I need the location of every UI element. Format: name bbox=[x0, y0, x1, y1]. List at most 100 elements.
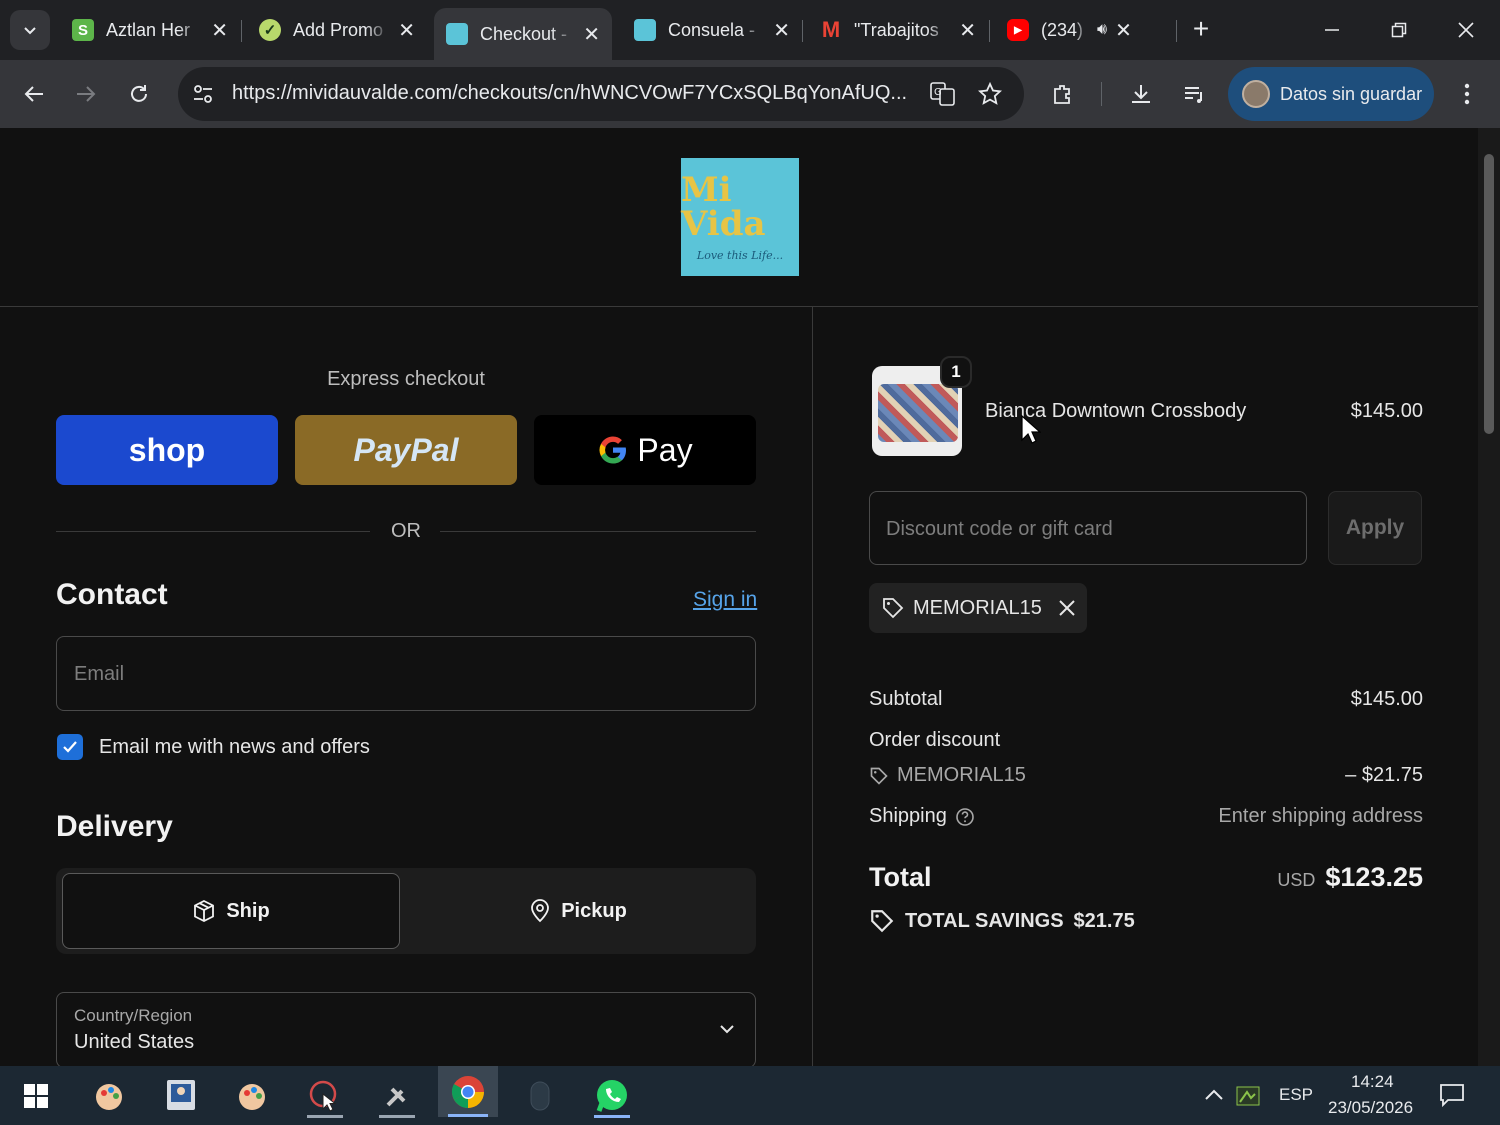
tray-app-icon[interactable] bbox=[1236, 1084, 1260, 1113]
restore-button[interactable] bbox=[1379, 10, 1419, 50]
or-divider: OR bbox=[56, 518, 756, 548]
currency-code: USD bbox=[1277, 870, 1316, 890]
tab-add-promo[interactable]: ✓ Add Promo ✕ bbox=[247, 8, 427, 52]
shop-pay-label: shop bbox=[128, 431, 206, 468]
checkmark-icon bbox=[63, 741, 77, 753]
store-logo[interactable]: Mi Vida Love this Life... bbox=[681, 158, 799, 276]
address-bar[interactable]: https://mividauvalde.com/checkouts/cn/hW… bbox=[178, 67, 1024, 121]
site-settings-icon[interactable] bbox=[192, 83, 214, 105]
shop-pay-button[interactable]: shop bbox=[56, 415, 278, 485]
chevron-up-icon bbox=[1205, 1089, 1223, 1100]
store-icon bbox=[634, 19, 656, 41]
savings-value: $21.75 bbox=[1073, 909, 1135, 932]
new-tab-button[interactable]: + bbox=[1186, 12, 1216, 48]
profile-button[interactable]: Datos sin guardar bbox=[1228, 67, 1434, 121]
paint-icon bbox=[96, 1084, 122, 1110]
taskbar-chrome[interactable] bbox=[438, 1066, 498, 1117]
close-window-button[interactable] bbox=[1446, 10, 1486, 50]
paypal-button[interactable]: PayPal bbox=[295, 415, 517, 485]
minimize-button[interactable] bbox=[1312, 10, 1352, 50]
newsletter-checkbox[interactable] bbox=[57, 734, 83, 760]
show-hidden-icons-button[interactable] bbox=[1203, 1084, 1225, 1111]
start-button[interactable] bbox=[6, 1074, 66, 1118]
restore-icon bbox=[1391, 22, 1407, 38]
taskbar-app-2[interactable] bbox=[151, 1074, 211, 1118]
puzzle-icon bbox=[1054, 85, 1070, 104]
close-icon[interactable]: ✕ bbox=[398, 18, 415, 43]
browser-tab-strip: S Aztlan Her ✕ ✓ Add Promo ✕ Checkout - … bbox=[0, 0, 1500, 60]
checkout-page: Mi Vida Love this Life... Express checko… bbox=[0, 128, 1500, 1066]
forward-button[interactable] bbox=[66, 74, 106, 114]
taskbar-whatsapp[interactable] bbox=[582, 1074, 642, 1118]
close-icon[interactable]: ✕ bbox=[211, 18, 228, 43]
more-vertical-icon bbox=[1464, 83, 1470, 105]
user-card-icon bbox=[167, 1080, 195, 1110]
close-icon[interactable] bbox=[1058, 599, 1076, 617]
close-icon[interactable]: ✕ bbox=[1115, 18, 1132, 43]
pickup-option[interactable]: Pickup bbox=[406, 873, 750, 949]
shipping-value: Enter shipping address bbox=[1218, 805, 1423, 827]
speaker-icon[interactable]: 🔊︎ bbox=[1097, 21, 1107, 39]
reload-button[interactable] bbox=[119, 74, 159, 114]
mouse-icon bbox=[530, 1081, 550, 1111]
tab-consuela[interactable]: Consuela - ✕ bbox=[622, 8, 802, 52]
input-language[interactable]: ESP bbox=[1279, 1085, 1313, 1105]
help-circle-icon[interactable] bbox=[955, 807, 975, 827]
close-icon[interactable]: ✕ bbox=[583, 22, 600, 47]
email-placeholder: Email bbox=[74, 663, 125, 685]
translate-icon[interactable]: G bbox=[930, 82, 956, 106]
url-text[interactable]: https://mividauvalde.com/checkouts/cn/hW… bbox=[232, 82, 912, 105]
scrollbar-thumb[interactable] bbox=[1484, 154, 1494, 434]
total-label: Total bbox=[869, 862, 932, 892]
tab-aztlan[interactable]: S Aztlan Her ✕ bbox=[60, 8, 240, 52]
avatar bbox=[1242, 80, 1270, 108]
minimize-icon bbox=[1325, 29, 1339, 31]
playlist-icon bbox=[1185, 87, 1202, 103]
subtotal-label: Subtotal bbox=[869, 688, 943, 710]
apply-button[interactable]: Apply bbox=[1328, 491, 1422, 565]
taskbar-app-3[interactable] bbox=[222, 1074, 282, 1118]
ship-option[interactable]: Ship bbox=[62, 873, 400, 949]
paint-icon bbox=[239, 1084, 265, 1110]
back-button[interactable] bbox=[14, 74, 54, 114]
tab-search-button[interactable] bbox=[10, 10, 50, 50]
browser-menu-button[interactable] bbox=[1447, 74, 1487, 114]
taskbar-app-4[interactable] bbox=[295, 1074, 355, 1118]
close-icon[interactable]: ✕ bbox=[773, 18, 790, 43]
newsletter-label[interactable]: Email me with news and offers bbox=[99, 736, 370, 759]
clock-date[interactable]: 23/05/2026 bbox=[1328, 1098, 1413, 1118]
google-pay-button[interactable]: Pay bbox=[534, 415, 756, 485]
applied-discount-chip: MEMORIAL15 bbox=[869, 583, 1087, 633]
close-icon[interactable]: ✕ bbox=[959, 18, 976, 43]
google-g-icon bbox=[599, 436, 627, 464]
contact-heading: Contact bbox=[56, 578, 168, 611]
tab-checkout[interactable]: Checkout - ✕ bbox=[434, 8, 612, 60]
mouse-cursor-icon bbox=[1021, 415, 1041, 444]
star-icon[interactable] bbox=[978, 82, 1002, 106]
discount-code-input[interactable]: Discount code or gift card bbox=[869, 491, 1307, 565]
email-field[interactable]: Email bbox=[56, 636, 756, 711]
chat-bubble-icon bbox=[1440, 1084, 1464, 1108]
sign-in-link[interactable]: Sign in bbox=[693, 588, 757, 612]
delivery-heading: Delivery bbox=[56, 810, 173, 843]
discount-value: – $21.75 bbox=[1345, 764, 1423, 786]
country-select[interactable]: Country/Region United States bbox=[56, 992, 756, 1066]
taskbar-mouse-app[interactable] bbox=[510, 1074, 570, 1118]
shipping-label: Shipping bbox=[869, 805, 947, 827]
downloads-button[interactable] bbox=[1121, 74, 1161, 114]
extensions-button[interactable] bbox=[1043, 74, 1083, 114]
taskbar-app-5[interactable] bbox=[367, 1074, 427, 1118]
notifications-button[interactable] bbox=[1439, 1082, 1465, 1113]
tab-youtube[interactable]: ▶ (234) S 🔊︎ ✕ bbox=[995, 8, 1167, 52]
media-control-button[interactable] bbox=[1174, 74, 1214, 114]
close-icon bbox=[1458, 22, 1474, 38]
tab-gmail[interactable]: M "Trabajitos ✕ bbox=[808, 8, 988, 52]
gmail-icon: M bbox=[821, 17, 841, 42]
taskbar-app-1[interactable] bbox=[79, 1074, 139, 1118]
tag-icon bbox=[883, 598, 904, 619]
clock-time[interactable]: 14:24 bbox=[1351, 1072, 1394, 1092]
tag-icon bbox=[871, 910, 894, 933]
product-price: $145.00 bbox=[1350, 400, 1423, 422]
download-icon bbox=[1132, 85, 1150, 103]
shipping-row: Shipping bbox=[869, 805, 975, 828]
